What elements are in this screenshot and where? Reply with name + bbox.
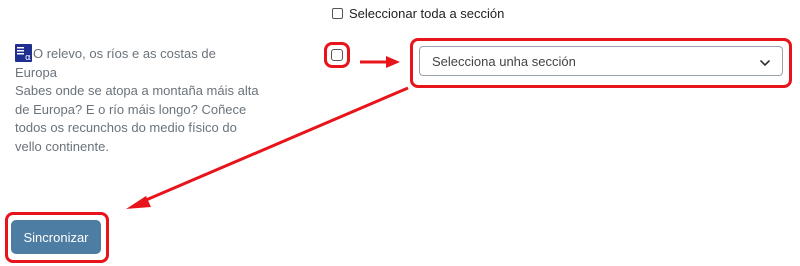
select-all-label[interactable]: Seleccionar toda a sección <box>349 6 504 21</box>
activity-title[interactable]: O relevo, os ríos e as costas de Europa <box>15 46 216 80</box>
activity-description: Sabes onde se atopa a montaña máis alta … <box>15 83 259 154</box>
select-all-row: Seleccionar toda a sección <box>332 6 504 21</box>
select-all-checkbox[interactable] <box>332 8 343 19</box>
activity-checkbox[interactable] <box>331 49 343 61</box>
section-select-value: Selecciona unha sección <box>432 53 576 69</box>
arrow-to-select <box>360 56 400 68</box>
activity-item: α O relevo, os ríos e as costas de Europ… <box>15 44 260 156</box>
chevron-down-icon <box>760 56 770 66</box>
section-select[interactable]: Selecciona unha sección <box>419 46 783 76</box>
svg-text:α: α <box>25 53 31 62</box>
page-resource-icon: α <box>15 44 32 63</box>
sync-button[interactable]: Sincronizar <box>11 220 101 254</box>
